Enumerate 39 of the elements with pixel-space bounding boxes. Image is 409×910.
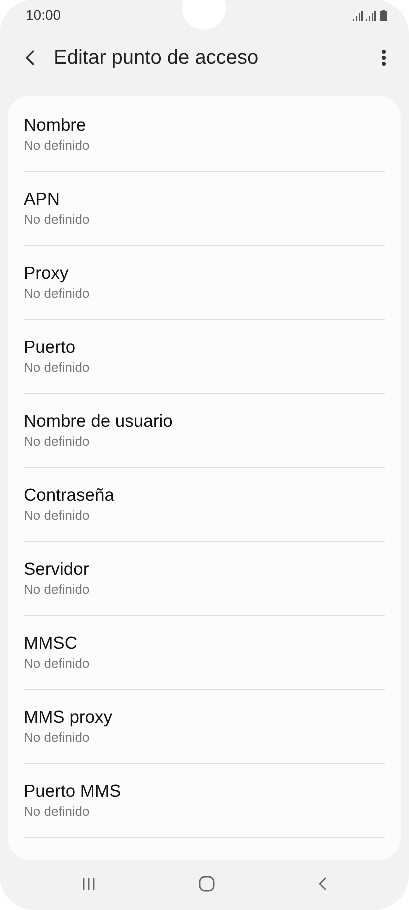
setting-item[interactable]: Nombre No definido: [24, 98, 385, 172]
setting-value: No definido: [24, 803, 91, 821]
more-options-icon: [381, 49, 387, 67]
setting-value: No definido: [24, 433, 91, 451]
battery-icon: [380, 10, 387, 20]
setting-item[interactable]: APN No definido: [24, 172, 385, 246]
setting-item[interactable]: Puerto MMS No definido: [24, 764, 385, 838]
setting-item[interactable]: Servidor No definido: [24, 542, 385, 616]
back-icon: [318, 876, 328, 892]
setting-title: Nombre: [24, 114, 88, 136]
setting-title: Proxy: [24, 262, 70, 284]
setting-item[interactable]: Puerto No definido: [24, 320, 385, 394]
setting-item[interactable]: Contraseña No definido: [24, 468, 385, 542]
setting-title: Contraseña: [24, 484, 116, 506]
setting-title: Puerto MMS: [24, 780, 122, 802]
setting-title: APN: [24, 188, 61, 210]
signal-icon: [353, 10, 377, 20]
setting-item[interactable]: MMSC No definido: [24, 616, 385, 690]
setting-value: No definido: [24, 507, 91, 525]
setting-title: MMS proxy: [24, 706, 114, 728]
back-icon: [24, 49, 36, 67]
setting-item[interactable]: Proxy No definido: [24, 246, 385, 320]
setting-value: No definido: [24, 581, 91, 599]
setting-title: Nombre de usuario: [24, 410, 174, 432]
home-icon: [198, 876, 214, 892]
setting-item[interactable]: Nombre de usuario No definido: [24, 394, 385, 468]
setting-value: No definido: [24, 137, 91, 155]
setting-value: No definido: [24, 729, 91, 747]
setting-item[interactable]: MMS proxy No definido: [24, 690, 385, 764]
setting-title: Puerto: [24, 336, 77, 358]
status-time: 10:00: [26, 7, 62, 23]
setting-value: No definido: [24, 655, 91, 673]
recent-apps-icon: [82, 877, 96, 891]
setting-title: MMSC: [24, 632, 78, 654]
setting-title: Servidor: [24, 558, 90, 580]
setting-value: No definido: [24, 285, 91, 303]
setting-value: No definido: [24, 359, 91, 377]
setting-value: No definido: [24, 211, 91, 229]
page-title: Editar punto de acceso: [54, 46, 260, 70]
